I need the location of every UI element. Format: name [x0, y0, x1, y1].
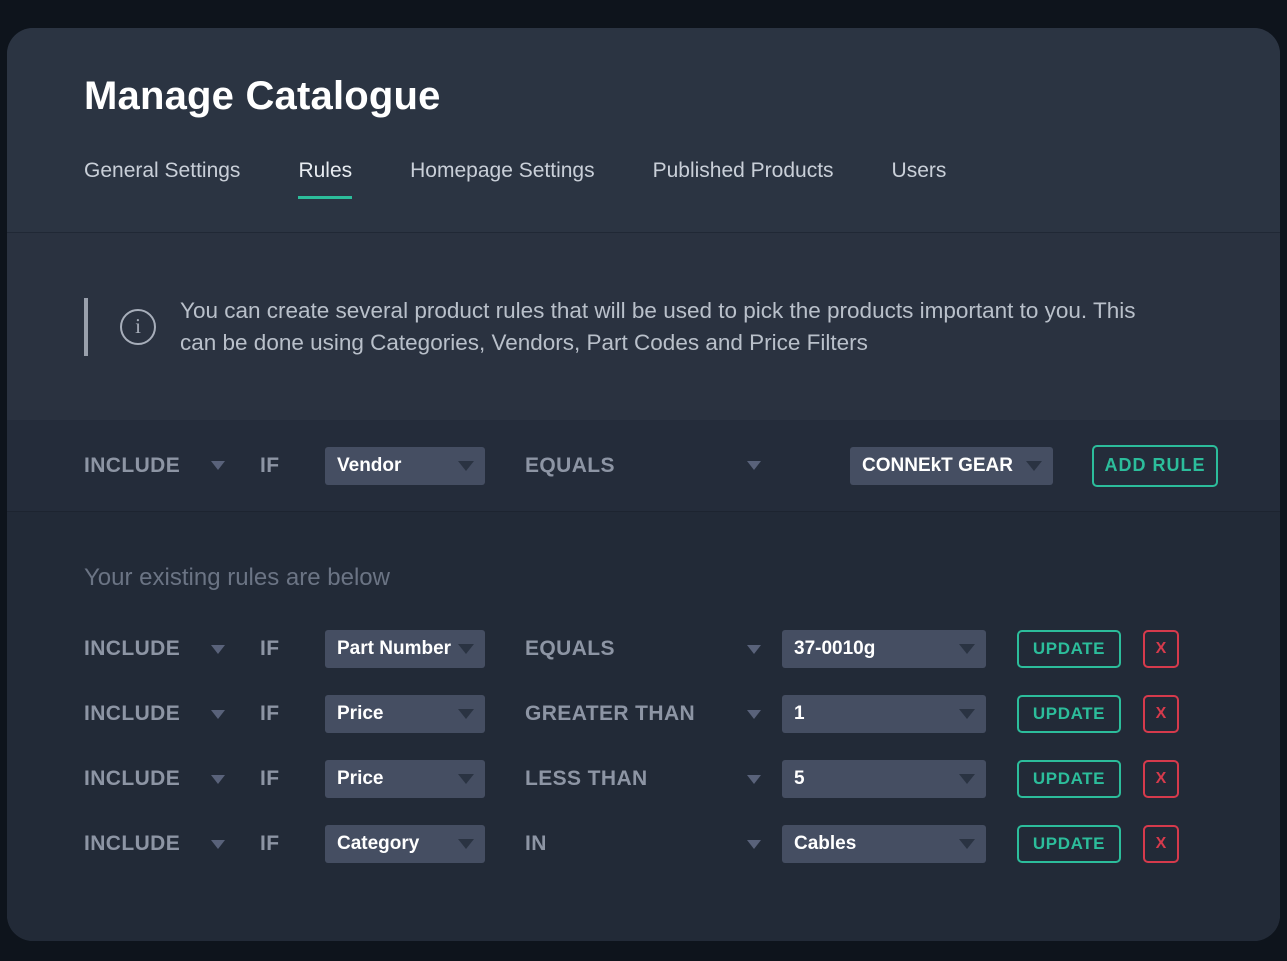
- rule-operator-dropdown[interactable]: LESS THAN: [525, 767, 761, 791]
- rule-value-dropdown[interactable]: 37-0010g: [782, 630, 986, 668]
- rule-if-label: IF: [260, 767, 290, 791]
- update-rule-button[interactable]: UPDATE: [1017, 630, 1121, 668]
- chevron-down-icon: [747, 775, 761, 784]
- rule-row: INCLUDE IF Price GREATER THAN 1 UPDATE X: [84, 695, 1280, 733]
- rule-if-label: IF: [260, 832, 290, 856]
- tab-published-products[interactable]: Published Products: [653, 159, 834, 199]
- delete-rule-button[interactable]: X: [1143, 825, 1179, 863]
- new-rule-if-label: IF: [260, 454, 290, 478]
- add-rule-button[interactable]: ADD RULE: [1092, 445, 1218, 487]
- rule-action-dropdown[interactable]: INCLUDE: [84, 637, 225, 661]
- rule-operator-dropdown[interactable]: EQUALS: [525, 637, 761, 661]
- chevron-down-icon: [747, 461, 761, 470]
- new-rule-field-dropdown[interactable]: Vendor: [325, 447, 485, 485]
- info-text: You can create several product rules tha…: [180, 295, 1165, 357]
- chevron-down-icon: [211, 840, 225, 849]
- rule-field-dropdown[interactable]: Category: [325, 825, 485, 863]
- rule-operator-dropdown[interactable]: IN: [525, 832, 761, 856]
- new-rule-operator-dropdown[interactable]: EQUALS: [525, 454, 761, 478]
- new-rule-field-value: Vendor: [337, 455, 401, 477]
- chevron-down-icon: [458, 709, 474, 719]
- rule-field-dropdown[interactable]: Price: [325, 760, 485, 798]
- rule-row: INCLUDE IF Part Number EQUALS 37-0010g U…: [84, 630, 1280, 668]
- update-rule-button[interactable]: UPDATE: [1017, 825, 1121, 863]
- chevron-down-icon: [458, 644, 474, 654]
- chevron-down-icon: [458, 774, 474, 784]
- rule-value: 37-0010g: [794, 638, 875, 660]
- rule-field-value: Part Number: [337, 638, 451, 660]
- new-rule-action-label: INCLUDE: [84, 454, 180, 478]
- rule-value-dropdown[interactable]: Cables: [782, 825, 986, 863]
- rule-operator-label: GREATER THAN: [525, 702, 695, 726]
- rule-value-dropdown[interactable]: 1: [782, 695, 986, 733]
- update-rule-button[interactable]: UPDATE: [1017, 760, 1121, 798]
- chevron-down-icon: [959, 644, 975, 654]
- rule-field-value: Price: [337, 703, 383, 725]
- info-divider-bar: [84, 298, 88, 356]
- manage-catalogue-panel: Manage Catalogue General Settings Rules …: [7, 28, 1280, 941]
- rule-action-dropdown[interactable]: INCLUDE: [84, 767, 225, 791]
- rule-value: Cables: [794, 833, 856, 855]
- new-rule-value-dropdown[interactable]: CONNEkT GEAR: [850, 447, 1053, 485]
- chevron-down-icon: [747, 710, 761, 719]
- rule-operator-label: LESS THAN: [525, 767, 648, 791]
- chevron-down-icon: [1026, 461, 1042, 471]
- chevron-down-icon: [959, 709, 975, 719]
- new-rule-value: CONNEkT GEAR: [862, 455, 1013, 477]
- chevron-down-icon: [211, 461, 225, 470]
- info-band: i You can create several product rules t…: [7, 233, 1280, 420]
- tab-general-settings[interactable]: General Settings: [84, 159, 240, 199]
- chevron-down-icon: [458, 461, 474, 471]
- rule-field-dropdown[interactable]: Price: [325, 695, 485, 733]
- rule-action-label: INCLUDE: [84, 702, 180, 726]
- chevron-down-icon: [211, 775, 225, 784]
- rule-operator-label: EQUALS: [525, 637, 615, 661]
- tab-users[interactable]: Users: [892, 159, 947, 199]
- rule-field-value: Price: [337, 768, 383, 790]
- chevron-down-icon: [747, 645, 761, 654]
- chevron-down-icon: [747, 840, 761, 849]
- new-rule-action-dropdown[interactable]: INCLUDE: [84, 454, 225, 478]
- existing-rules-section: Your existing rules are below INCLUDE IF…: [7, 512, 1280, 941]
- header: Manage Catalogue General Settings Rules …: [7, 28, 1280, 233]
- rule-row: INCLUDE IF Category IN Cables UPDATE X: [84, 825, 1280, 863]
- rule-if-label: IF: [260, 702, 290, 726]
- rule-value-dropdown[interactable]: 5: [782, 760, 986, 798]
- rule-row: INCLUDE IF Price LESS THAN 5 UPDATE X: [84, 760, 1280, 798]
- rule-action-label: INCLUDE: [84, 832, 180, 856]
- delete-rule-button[interactable]: X: [1143, 630, 1179, 668]
- rule-operator-dropdown[interactable]: GREATER THAN: [525, 702, 761, 726]
- rule-value: 1: [794, 703, 805, 725]
- info-icon: i: [120, 309, 156, 345]
- page-title: Manage Catalogue: [84, 74, 1280, 119]
- tab-homepage-settings[interactable]: Homepage Settings: [410, 159, 594, 199]
- rule-field-value: Category: [337, 833, 419, 855]
- rule-if-label: IF: [260, 637, 290, 661]
- new-rule-row: INCLUDE IF Vendor EQUALS CONNEkT GEAR AD…: [7, 420, 1280, 512]
- rule-action-label: INCLUDE: [84, 637, 180, 661]
- rule-field-dropdown[interactable]: Part Number: [325, 630, 485, 668]
- chevron-down-icon: [211, 645, 225, 654]
- rule-action-label: INCLUDE: [84, 767, 180, 791]
- chevron-down-icon: [959, 839, 975, 849]
- rule-operator-label: IN: [525, 832, 547, 856]
- tab-bar: General Settings Rules Homepage Settings…: [84, 159, 1280, 199]
- rule-value: 5: [794, 768, 805, 790]
- delete-rule-button[interactable]: X: [1143, 760, 1179, 798]
- chevron-down-icon: [458, 839, 474, 849]
- chevron-down-icon: [211, 710, 225, 719]
- new-rule-operator-label: EQUALS: [525, 454, 615, 478]
- tab-rules[interactable]: Rules: [298, 159, 352, 199]
- existing-rules-heading: Your existing rules are below: [84, 564, 1280, 592]
- delete-rule-button[interactable]: X: [1143, 695, 1179, 733]
- rule-action-dropdown[interactable]: INCLUDE: [84, 702, 225, 726]
- rule-action-dropdown[interactable]: INCLUDE: [84, 832, 225, 856]
- chevron-down-icon: [959, 774, 975, 784]
- update-rule-button[interactable]: UPDATE: [1017, 695, 1121, 733]
